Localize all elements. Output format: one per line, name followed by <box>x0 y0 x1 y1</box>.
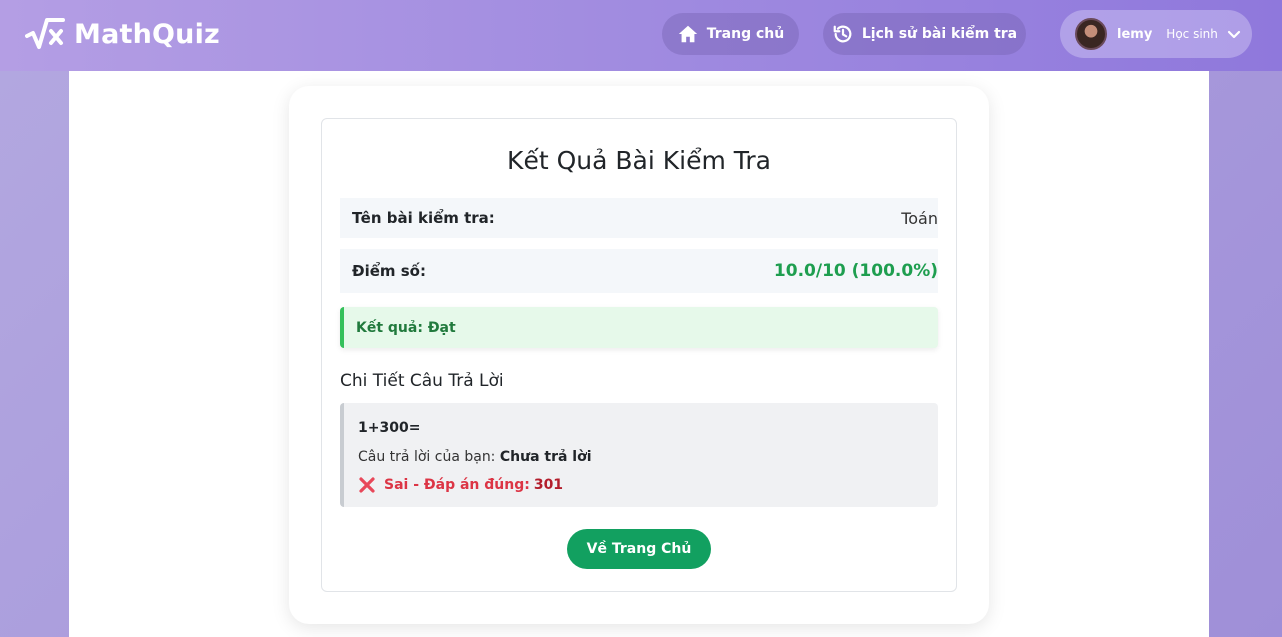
answer-verdict: Sai - Đáp án đúng: 301 <box>358 476 563 494</box>
history-icon <box>833 25 852 43</box>
user-answer-value: Chưa trả lời <box>499 449 592 465</box>
test-name-row: Tên bài kiểm tra: Toán <box>340 198 938 238</box>
avatar <box>1075 18 1107 50</box>
top-navbar: MathQuiz Trang chủ Lịch sử bài kiểm tra … <box>0 0 1282 71</box>
correct-answer-value: 301 <box>533 477 564 493</box>
brand-name: MathQuiz <box>74 18 220 50</box>
score-row: Điểm số: 10.0/10 (100.0%) <box>340 249 938 293</box>
page-title: Kết Quả Bài Kiểm Tra <box>507 146 771 175</box>
sqrt-x-icon <box>25 18 65 49</box>
nav-home-button[interactable]: Trang chủ <box>662 13 799 55</box>
back-home-button[interactable]: Về Trang Chủ <box>567 529 711 569</box>
score-label: Điểm số: <box>352 262 426 280</box>
chevron-down-icon <box>1227 30 1240 39</box>
user-answer-line: Câu trả lời của bạn: Chưa trả lời <box>358 449 592 465</box>
user-menu-dropdown[interactable]: lemy Học sinh <box>1060 10 1252 58</box>
cross-mark-icon <box>359 477 375 493</box>
brand-logo[interactable]: MathQuiz <box>25 16 220 52</box>
nav-history-button[interactable]: Lịch sử bài kiểm tra <box>823 13 1026 55</box>
user-answer-label: Câu trả lời của bạn: <box>358 449 496 465</box>
nav-history-label: Lịch sử bài kiểm tra <box>861 26 1018 42</box>
result-panel <box>321 118 957 592</box>
nav-home-label: Trang chủ <box>706 26 785 42</box>
test-name-label: Tên bài kiểm tra: <box>352 209 495 227</box>
home-icon <box>678 25 697 43</box>
result-status-text: Kết quả: Đạt <box>356 319 456 336</box>
details-heading: Chi Tiết Câu Trả Lời <box>340 371 504 391</box>
user-name: lemy <box>1117 26 1153 42</box>
test-name-value: Toán <box>901 208 938 228</box>
verdict-label: Sai - Đáp án đúng: <box>384 477 530 493</box>
result-status-alert: Kết quả: Đạt <box>340 307 938 348</box>
score-value: 10.0/10 (100.0%) <box>773 261 938 281</box>
question-text: 1+300= <box>358 420 421 436</box>
user-role: Học sinh <box>1166 27 1218 41</box>
answer-detail-item: 1+300= Câu trả lời của bạn: Chưa trả lời… <box>340 403 938 507</box>
